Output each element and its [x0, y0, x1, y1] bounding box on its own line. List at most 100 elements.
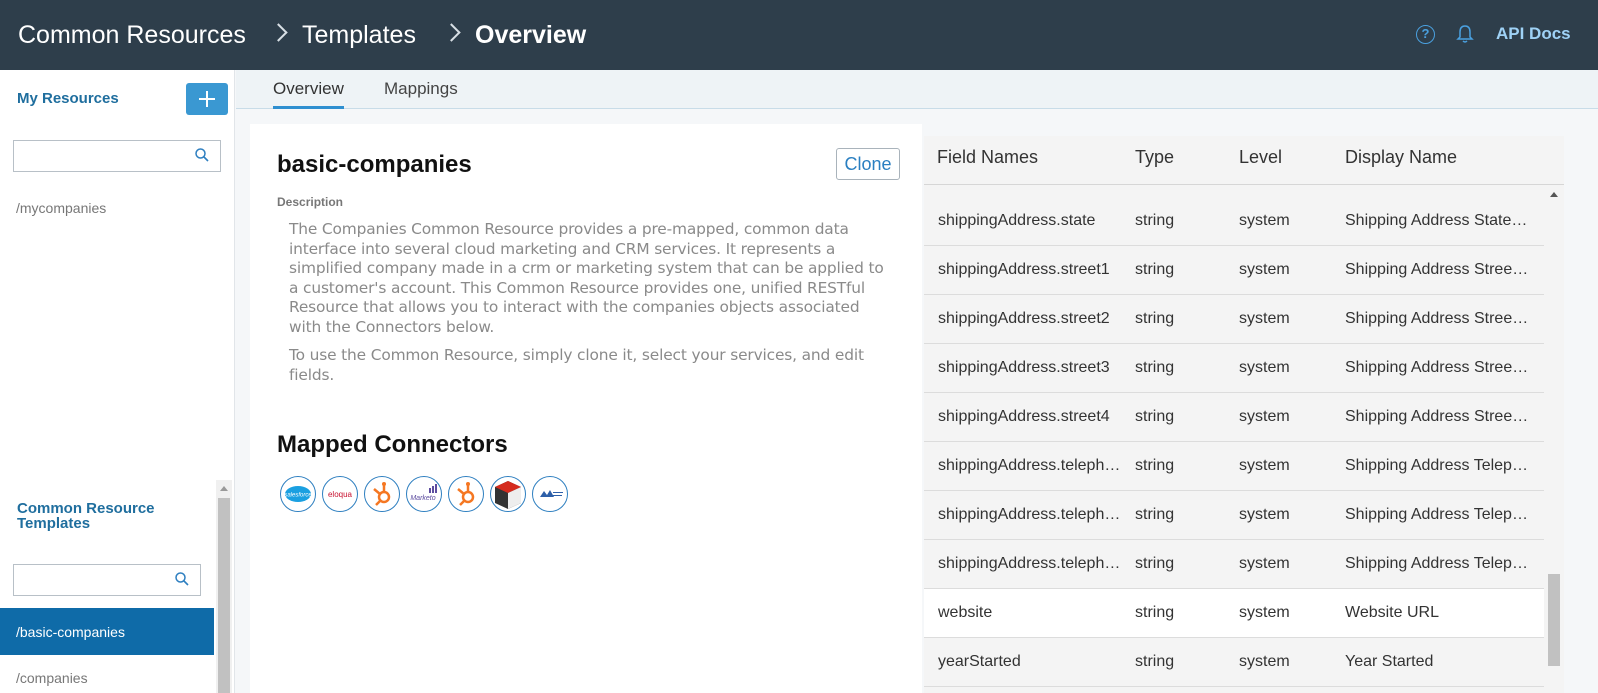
sidebar-scrollbar[interactable] [216, 480, 232, 693]
field-name-cell: website [938, 604, 993, 621]
salesforce-connector-icon[interactable]: salesforce [280, 476, 316, 512]
display-name-cell: Shipping Address Stree… [1345, 408, 1529, 425]
my-resource-item[interactable]: /mycompanies [16, 200, 106, 216]
display-name-cell: Shipping Address State… [1345, 212, 1528, 229]
table-row[interactable]: shippingAddress.street1 string system Sh… [924, 246, 1544, 295]
level-cell: system [1239, 457, 1290, 474]
resource-title: basic-companies [277, 151, 472, 178]
level-cell: system [1239, 408, 1290, 425]
field-name-cell: shippingAddress.street3 [938, 359, 1110, 376]
description-instructions: To use the Common Resource, simply clone… [289, 346, 864, 384]
field-name-cell: shippingAddress.street1 [938, 261, 1110, 278]
tab-overview[interactable]: Overview [273, 79, 344, 99]
column-header-field-names[interactable]: Field Names [937, 147, 1038, 167]
templates-search-input[interactable] [20, 565, 169, 593]
tab-mappings[interactable]: Mappings [384, 79, 458, 99]
field-name-cell: shippingAddress.street2 [938, 310, 1110, 327]
table-row[interactable]: yearStarted string system Year Started [924, 638, 1544, 687]
column-header-type[interactable]: Type [1135, 147, 1174, 167]
oracle-connector-icon[interactable] [490, 476, 526, 512]
fields-table: Field Names Type Level Display Name ship… [924, 136, 1564, 693]
templates-search[interactable] [13, 564, 201, 596]
hubspot-connector-icon[interactable] [448, 476, 484, 512]
display-name-cell: Shipping Address Stree… [1345, 310, 1529, 327]
scrollbar-thumb[interactable] [218, 498, 230, 693]
level-cell: system [1239, 310, 1290, 327]
display-name-cell: Shipping Address Telep… [1345, 457, 1528, 474]
description-label: Description [277, 195, 344, 209]
mapped-connectors-title: Mapped Connectors [277, 431, 508, 458]
level-cell: system [1239, 506, 1290, 523]
scrollbar-thumb[interactable] [1548, 574, 1560, 666]
search-icon[interactable] [195, 148, 209, 162]
level-cell: system [1239, 604, 1290, 621]
template-item-companies[interactable]: /companies [16, 670, 88, 686]
chevron-right-icon [442, 23, 461, 42]
type-cell: string [1135, 604, 1175, 621]
top-bar: Common Resources Templates Overview ? AP… [0, 0, 1598, 70]
scroll-up-arrow-icon[interactable] [220, 486, 228, 491]
table-row[interactable]: shippingAddress.street3 string system Sh… [924, 344, 1544, 393]
breadcrumb-common-resources[interactable]: Common Resources [18, 19, 246, 51]
field-name-cell: shippingAddress.teleph… [938, 457, 1121, 474]
field-name-cell: yearStarted [938, 653, 1021, 670]
type-cell: string [1135, 506, 1175, 523]
field-name-cell: shippingAddress.teleph… [938, 506, 1121, 523]
type-cell: string [1135, 653, 1175, 670]
svg-text:Marketo: Marketo [410, 495, 435, 502]
column-header-level[interactable]: Level [1239, 147, 1282, 167]
marketo-connector-icon[interactable]: Marketo [406, 476, 442, 512]
hubspot-connector-icon[interactable] [364, 476, 400, 512]
type-cell: string [1135, 408, 1175, 425]
add-resource-button[interactable] [186, 83, 228, 115]
my-resources-search-input[interactable] [20, 141, 185, 169]
level-cell: system [1239, 555, 1290, 572]
level-cell: system [1239, 653, 1290, 670]
eloqua-connector-icon[interactable]: eloqua [322, 476, 358, 512]
active-tab-indicator [273, 106, 344, 109]
table-row[interactable]: website string system Website URL [924, 589, 1544, 638]
level-cell: system [1239, 359, 1290, 376]
display-name-cell: Website URL [1345, 604, 1439, 621]
table-row[interactable]: shippingAddress.teleph… string system Sh… [924, 442, 1544, 491]
table-row[interactable]: shippingAddress.teleph… string system Sh… [924, 491, 1544, 540]
clone-button[interactable]: Clone [836, 148, 900, 180]
table-row[interactable]: shippingAddress.street4 string system Sh… [924, 393, 1544, 442]
my-resources-search[interactable] [13, 140, 221, 172]
table-row[interactable]: shippingAddress.street2 string system Sh… [924, 295, 1544, 344]
help-icon[interactable]: ? [1416, 25, 1435, 44]
level-cell: system [1239, 212, 1290, 229]
display-name-cell: Shipping Address Stree… [1345, 359, 1529, 376]
api-docs-link[interactable]: API Docs [1496, 24, 1571, 44]
table-row[interactable]: shippingAddress.teleph… string system Sh… [924, 540, 1544, 589]
template-item-basic-companies[interactable]: /basic-companies [0, 608, 214, 655]
type-cell: string [1135, 212, 1175, 229]
type-cell: string [1135, 359, 1175, 376]
field-name-cell: shippingAddress.teleph… [938, 555, 1121, 572]
type-cell: string [1135, 555, 1175, 572]
breadcrumb-templates[interactable]: Templates [302, 19, 416, 51]
scroll-up-arrow-icon[interactable] [1550, 192, 1558, 197]
field-name-cell: shippingAddress.state [938, 212, 1096, 229]
description-text: The Companies Common Resource provides a… [289, 220, 884, 336]
breadcrumb-overview: Overview [475, 21, 587, 49]
bell-icon[interactable] [1456, 24, 1474, 44]
table-header: Field Names Type Level Display Name [924, 136, 1564, 185]
search-icon[interactable] [175, 572, 189, 586]
type-cell: string [1135, 261, 1175, 278]
svg-text:eloqua: eloqua [328, 490, 353, 499]
table-scrollbar[interactable] [1545, 186, 1564, 693]
column-header-display-name[interactable]: Display Name [1345, 147, 1457, 167]
resource-details: basic-companies Clone Description The Co… [250, 124, 922, 693]
type-cell: string [1135, 457, 1175, 474]
table-row[interactable]: shippingAddress.state string system Ship… [924, 197, 1544, 246]
display-name-cell: Shipping Address Stree… [1345, 261, 1529, 278]
display-name-cell: Year Started [1345, 653, 1434, 670]
level-cell: system [1239, 261, 1290, 278]
tab-bar: Overview Mappings [236, 70, 1598, 109]
sidebar: My Resources /mycompanies Common Resourc… [0, 70, 235, 693]
display-name-cell: Shipping Address Telep… [1345, 506, 1528, 523]
dynamics-connector-icon[interactable] [532, 476, 568, 512]
templates-title: Common Resource Templates [17, 500, 155, 532]
field-name-cell: shippingAddress.street4 [938, 408, 1110, 425]
